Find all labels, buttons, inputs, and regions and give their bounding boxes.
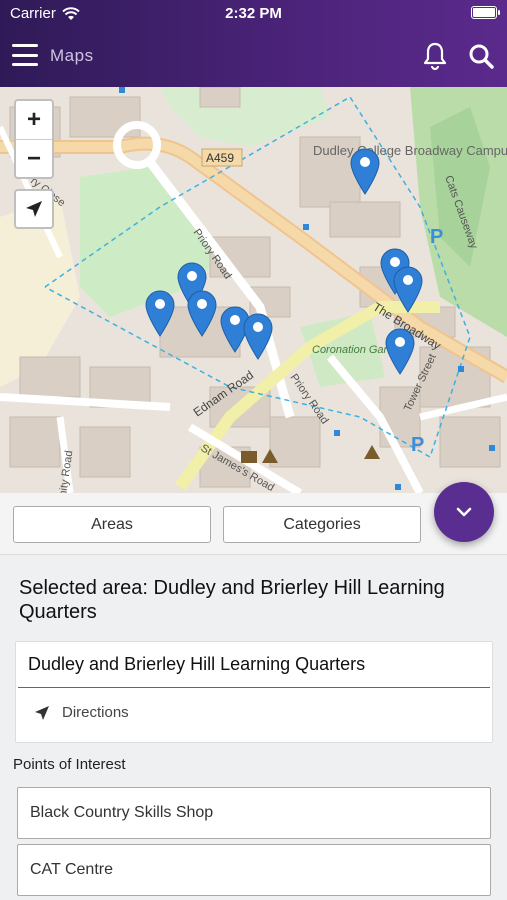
area-card: Dudley and Brierley Hill Learning Quarte… [15, 641, 493, 743]
areas-button[interactable]: Areas [13, 506, 211, 543]
parking-icon: P [411, 434, 424, 456]
bell-icon [423, 42, 447, 71]
status-bar: Carrier 2:32 PM [0, 0, 507, 28]
search-button[interactable] [467, 41, 495, 71]
menu-icon-bar [12, 44, 38, 47]
menu-icon-bar [12, 53, 38, 57]
map-pin-icon[interactable] [242, 312, 274, 360]
directions-label: Directions [62, 704, 129, 721]
menu-icon-bar [12, 63, 38, 66]
poi-list-item[interactable]: CAT Centre [17, 844, 491, 896]
location-arrow-icon [26, 201, 42, 217]
divider [18, 687, 490, 688]
status-time: 2:32 PM [225, 5, 282, 22]
zoom-out-button[interactable]: − [16, 139, 52, 177]
map-label: A459 [206, 151, 234, 165]
menu-button[interactable] [12, 44, 38, 66]
navigation-arrow-icon [35, 705, 49, 720]
battery-icon [471, 6, 500, 19]
map-pin-icon[interactable] [349, 147, 381, 195]
area-details: Selected area: Dudley and Brierley Hill … [0, 556, 507, 900]
selected-area-text: Selected area: Dudley and Brierley Hill … [19, 577, 445, 623]
map-pin-icon[interactable] [144, 289, 176, 337]
map-pin-icon[interactable] [186, 289, 218, 337]
app-header: Carrier 2:32 PM Maps [0, 0, 507, 87]
navbar: Maps [0, 28, 507, 87]
poi-heading: Points of Interest [13, 756, 126, 773]
filter-bar: Areas Categories [0, 493, 507, 555]
collapse-button[interactable] [434, 482, 494, 542]
chevron-down-icon [456, 507, 472, 517]
area-card-title: Dudley and Brierley Hill Learning Quarte… [28, 654, 366, 674]
map-pin-icon[interactable] [384, 327, 416, 375]
map-view[interactable]: A459 Dudley College Broadway Campus Prio… [0, 87, 507, 493]
map-pin-icon[interactable] [392, 265, 424, 313]
notifications-button[interactable] [421, 41, 449, 71]
search-icon [469, 44, 494, 69]
locate-button[interactable] [14, 189, 54, 229]
zoom-control: + − [14, 99, 54, 179]
page-title: Maps [50, 46, 94, 65]
map-label: Dudley College Broadway Campus [313, 143, 507, 158]
library-icon [241, 451, 257, 463]
parking-icon: P [430, 226, 443, 248]
map-tiles[interactable]: A459 Dudley College Broadway Campus Prio… [0, 87, 507, 493]
zoom-in-button[interactable]: + [16, 101, 52, 139]
poi-list-item[interactable]: Black Country Skills Shop [17, 787, 491, 839]
directions-link[interactable]: Directions [34, 704, 129, 721]
categories-button[interactable]: Categories [223, 506, 421, 543]
